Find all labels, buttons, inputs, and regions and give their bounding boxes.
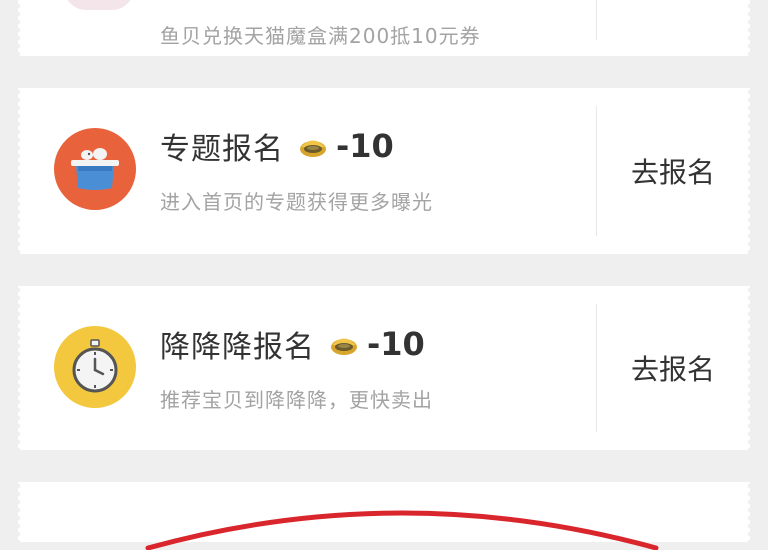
hat-icon <box>54 128 136 210</box>
stopwatch-icon <box>54 326 136 408</box>
fish-shell-coin-icon <box>298 134 328 158</box>
card-divider <box>596 0 597 40</box>
fish-shell-coin-icon <box>329 332 359 356</box>
task-card-partial: 鱼贝兑换天猫魔盒满200抵10元券 <box>15 0 753 56</box>
signup-button[interactable]: 去报名 <box>596 88 750 254</box>
red-annotation-circle <box>142 490 662 550</box>
task-cost: -10 <box>367 325 425 363</box>
task-description: 进入首页的专题获得更多曝光 <box>160 190 433 214</box>
task-description: 推荐宝贝到降降降，更快卖出 <box>160 388 433 412</box>
task-description: 鱼贝兑换天猫魔盒满200抵10元券 <box>160 24 481 48</box>
task-card-partial <box>15 482 753 550</box>
task-title: 专题报名 <box>160 132 284 167</box>
task-cost: -10 <box>336 127 394 165</box>
task-card-topic-signup: 专题报名 -10 进入首页的专题获得更多曝光 去报名 <box>15 88 753 254</box>
signup-button[interactable]: 去报名 <box>596 286 750 450</box>
task-icon-partial <box>64 0 134 10</box>
task-card-price-drop-signup: 降降降报名 -10 推荐宝贝到降降降，更快卖出 去报名 <box>15 286 753 450</box>
task-title: 降降降报名 <box>160 330 315 365</box>
